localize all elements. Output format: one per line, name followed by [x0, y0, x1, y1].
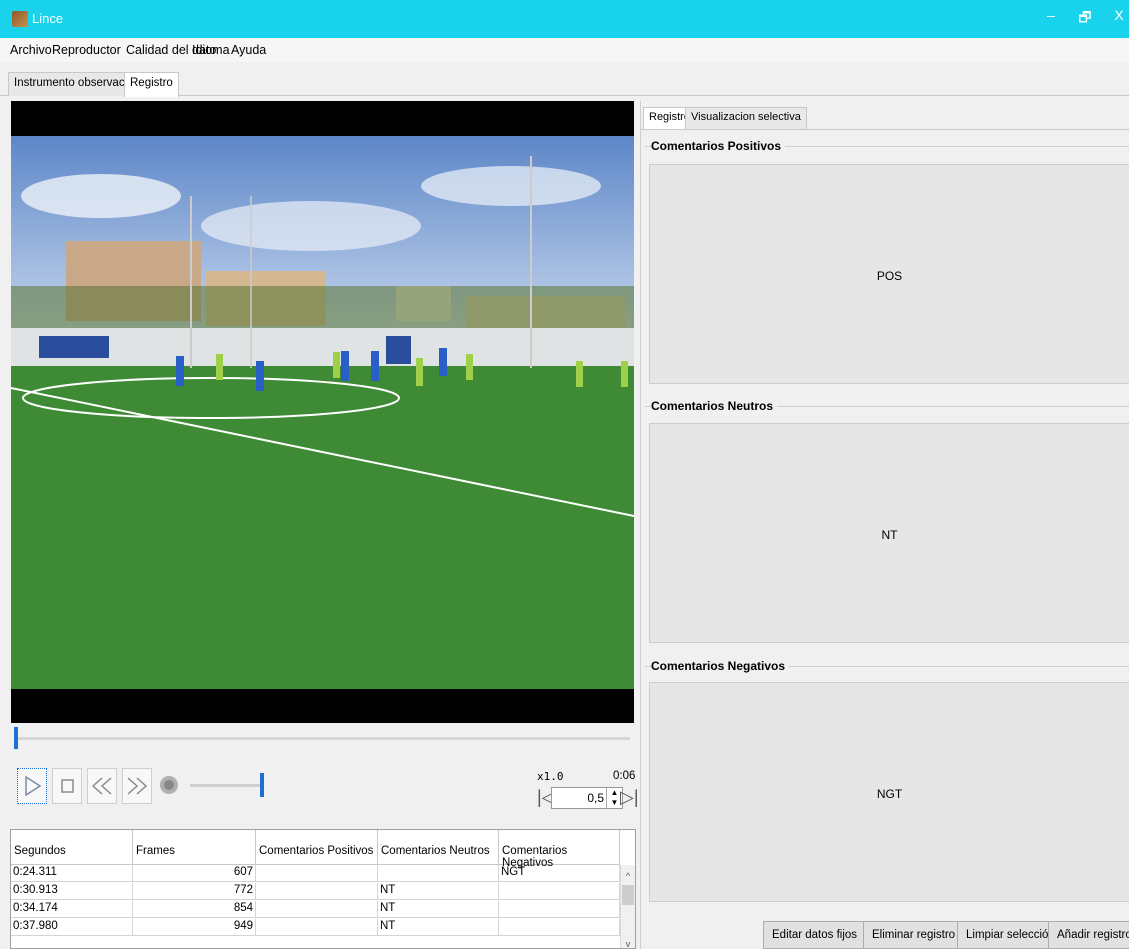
title-bar: Lince – 🗗 X — [0, 0, 1129, 38]
cell-positivos — [256, 919, 378, 936]
speed-label: x1.0 — [537, 770, 564, 783]
cell-frames: 854 — [133, 901, 256, 918]
fast-forward-button[interactable] — [122, 768, 152, 804]
menu-bar: Archivo Reproductor Calidad del dato Idi… — [0, 38, 1129, 62]
minimize-button[interactable]: – — [1040, 7, 1062, 23]
menu-ayuda[interactable]: Ayuda — [231, 43, 266, 57]
cell-negativos — [499, 901, 620, 918]
menu-reproductor[interactable]: Reproductor — [52, 43, 121, 57]
video-player[interactable] — [11, 101, 634, 723]
scroll-thumb[interactable] — [622, 885, 634, 905]
stop-button[interactable] — [52, 768, 82, 804]
add-record-button[interactable]: Añadir registro — [1048, 921, 1129, 949]
cell-neutros: NT — [378, 883, 499, 900]
rewind-icon — [91, 777, 112, 795]
cell-negativos — [499, 919, 620, 936]
table-header: Segundos Frames Comentarios Positivos Co… — [11, 830, 620, 869]
delete-record-button[interactable]: Eliminar registro — [863, 921, 965, 949]
tab-registro[interactable]: Registro — [124, 72, 179, 97]
menu-archivo[interactable]: Archivo — [10, 43, 52, 57]
ngt-button[interactable]: NGT — [649, 682, 1129, 902]
cell-frames: 607 — [133, 865, 256, 882]
cell-negativos — [499, 883, 620, 900]
table-row[interactable]: 0:34.174 854 NT — [11, 901, 620, 918]
cell-negativos: NGT — [499, 865, 620, 882]
cell-positivos — [256, 901, 378, 918]
app-logo-icon — [12, 11, 28, 27]
column-header-positivos[interactable]: Comentarios Positivos — [256, 830, 378, 865]
table-row[interactable]: 0:37.980 949 NT — [11, 919, 620, 936]
video-frame — [11, 136, 634, 689]
step-value: 0,5 — [587, 791, 604, 805]
group-title-positivos: Comentarios Positivos — [651, 139, 786, 153]
cell-positivos — [256, 883, 378, 900]
main-tab-bar: Instrumento observacional Registro — [0, 62, 1129, 97]
stop-icon — [61, 779, 74, 793]
volume-track[interactable] — [190, 784, 262, 787]
cell-neutros: NT — [378, 919, 499, 936]
column-header-negativos[interactable]: Comentarios Negativos — [499, 830, 620, 869]
cell-frames: 772 — [133, 883, 256, 900]
nt-button[interactable]: NT — [649, 423, 1129, 643]
group-title-negativos: Comentarios Negativos — [651, 659, 790, 673]
scroll-up-icon[interactable]: ^ — [621, 871, 635, 881]
time-display: 0:06 — [613, 770, 636, 782]
volume-slider-thumb[interactable] — [260, 773, 264, 797]
pos-label: POS — [876, 269, 903, 283]
category-groups: Comentarios Positivos POS Comentarios Ne… — [641, 129, 1129, 912]
ngt-label: NGT — [876, 787, 903, 801]
cell-segundos: 0:24.311 — [11, 865, 133, 882]
seek-slider-thumb[interactable] — [14, 727, 18, 749]
pos-button[interactable]: POS — [649, 164, 1129, 384]
edit-fixed-data-button[interactable]: Editar datos fijos — [763, 921, 867, 949]
group-title-neutros: Comentarios Neutros — [651, 399, 778, 413]
skip-end-icon[interactable]: ▷| — [620, 787, 639, 808]
mute-button[interactable] — [158, 773, 180, 797]
column-header-segundos[interactable]: Segundos — [11, 830, 133, 865]
column-header-neutros[interactable]: Comentarios Neutros — [378, 830, 499, 865]
cell-segundos: 0:37.980 — [11, 919, 133, 936]
table-scrollbar[interactable]: ^ v — [620, 865, 635, 948]
play-icon — [25, 775, 42, 797]
cell-positivos — [256, 865, 378, 882]
window-title: Lince — [32, 11, 64, 26]
play-button[interactable] — [17, 768, 47, 804]
cell-neutros — [378, 865, 499, 882]
cell-segundos: 0:34.174 — [11, 901, 133, 918]
table-row[interactable]: 0:24.311 607 NGT — [11, 865, 620, 882]
cell-frames: 949 — [133, 919, 256, 936]
table-row[interactable]: 0:30.913 772 NT — [11, 883, 620, 900]
column-header-frames[interactable]: Frames — [133, 830, 256, 865]
menu-idioma[interactable]: Idioma — [192, 43, 230, 57]
volume-icon — [160, 776, 178, 794]
records-table: Segundos Frames Comentarios Positivos Co… — [10, 829, 636, 949]
step-spinbox[interactable]: 0,5 ▲ ▼ — [551, 787, 623, 809]
fast-forward-icon — [127, 777, 148, 795]
nt-label: NT — [881, 528, 898, 542]
rewind-button[interactable] — [87, 768, 117, 804]
scroll-down-icon[interactable]: v — [621, 939, 635, 948]
restore-button[interactable]: 🗗 — [1074, 7, 1096, 31]
cell-neutros: NT — [378, 901, 499, 918]
tab-visualizacion-selectiva[interactable]: Visualizacion selectiva — [685, 107, 807, 129]
cell-segundos: 0:30.913 — [11, 883, 133, 900]
seek-track[interactable] — [16, 737, 630, 740]
close-button[interactable]: X — [1108, 7, 1129, 23]
registro-panel: Registro Visualizacion selectiva Comenta… — [640, 101, 1129, 949]
